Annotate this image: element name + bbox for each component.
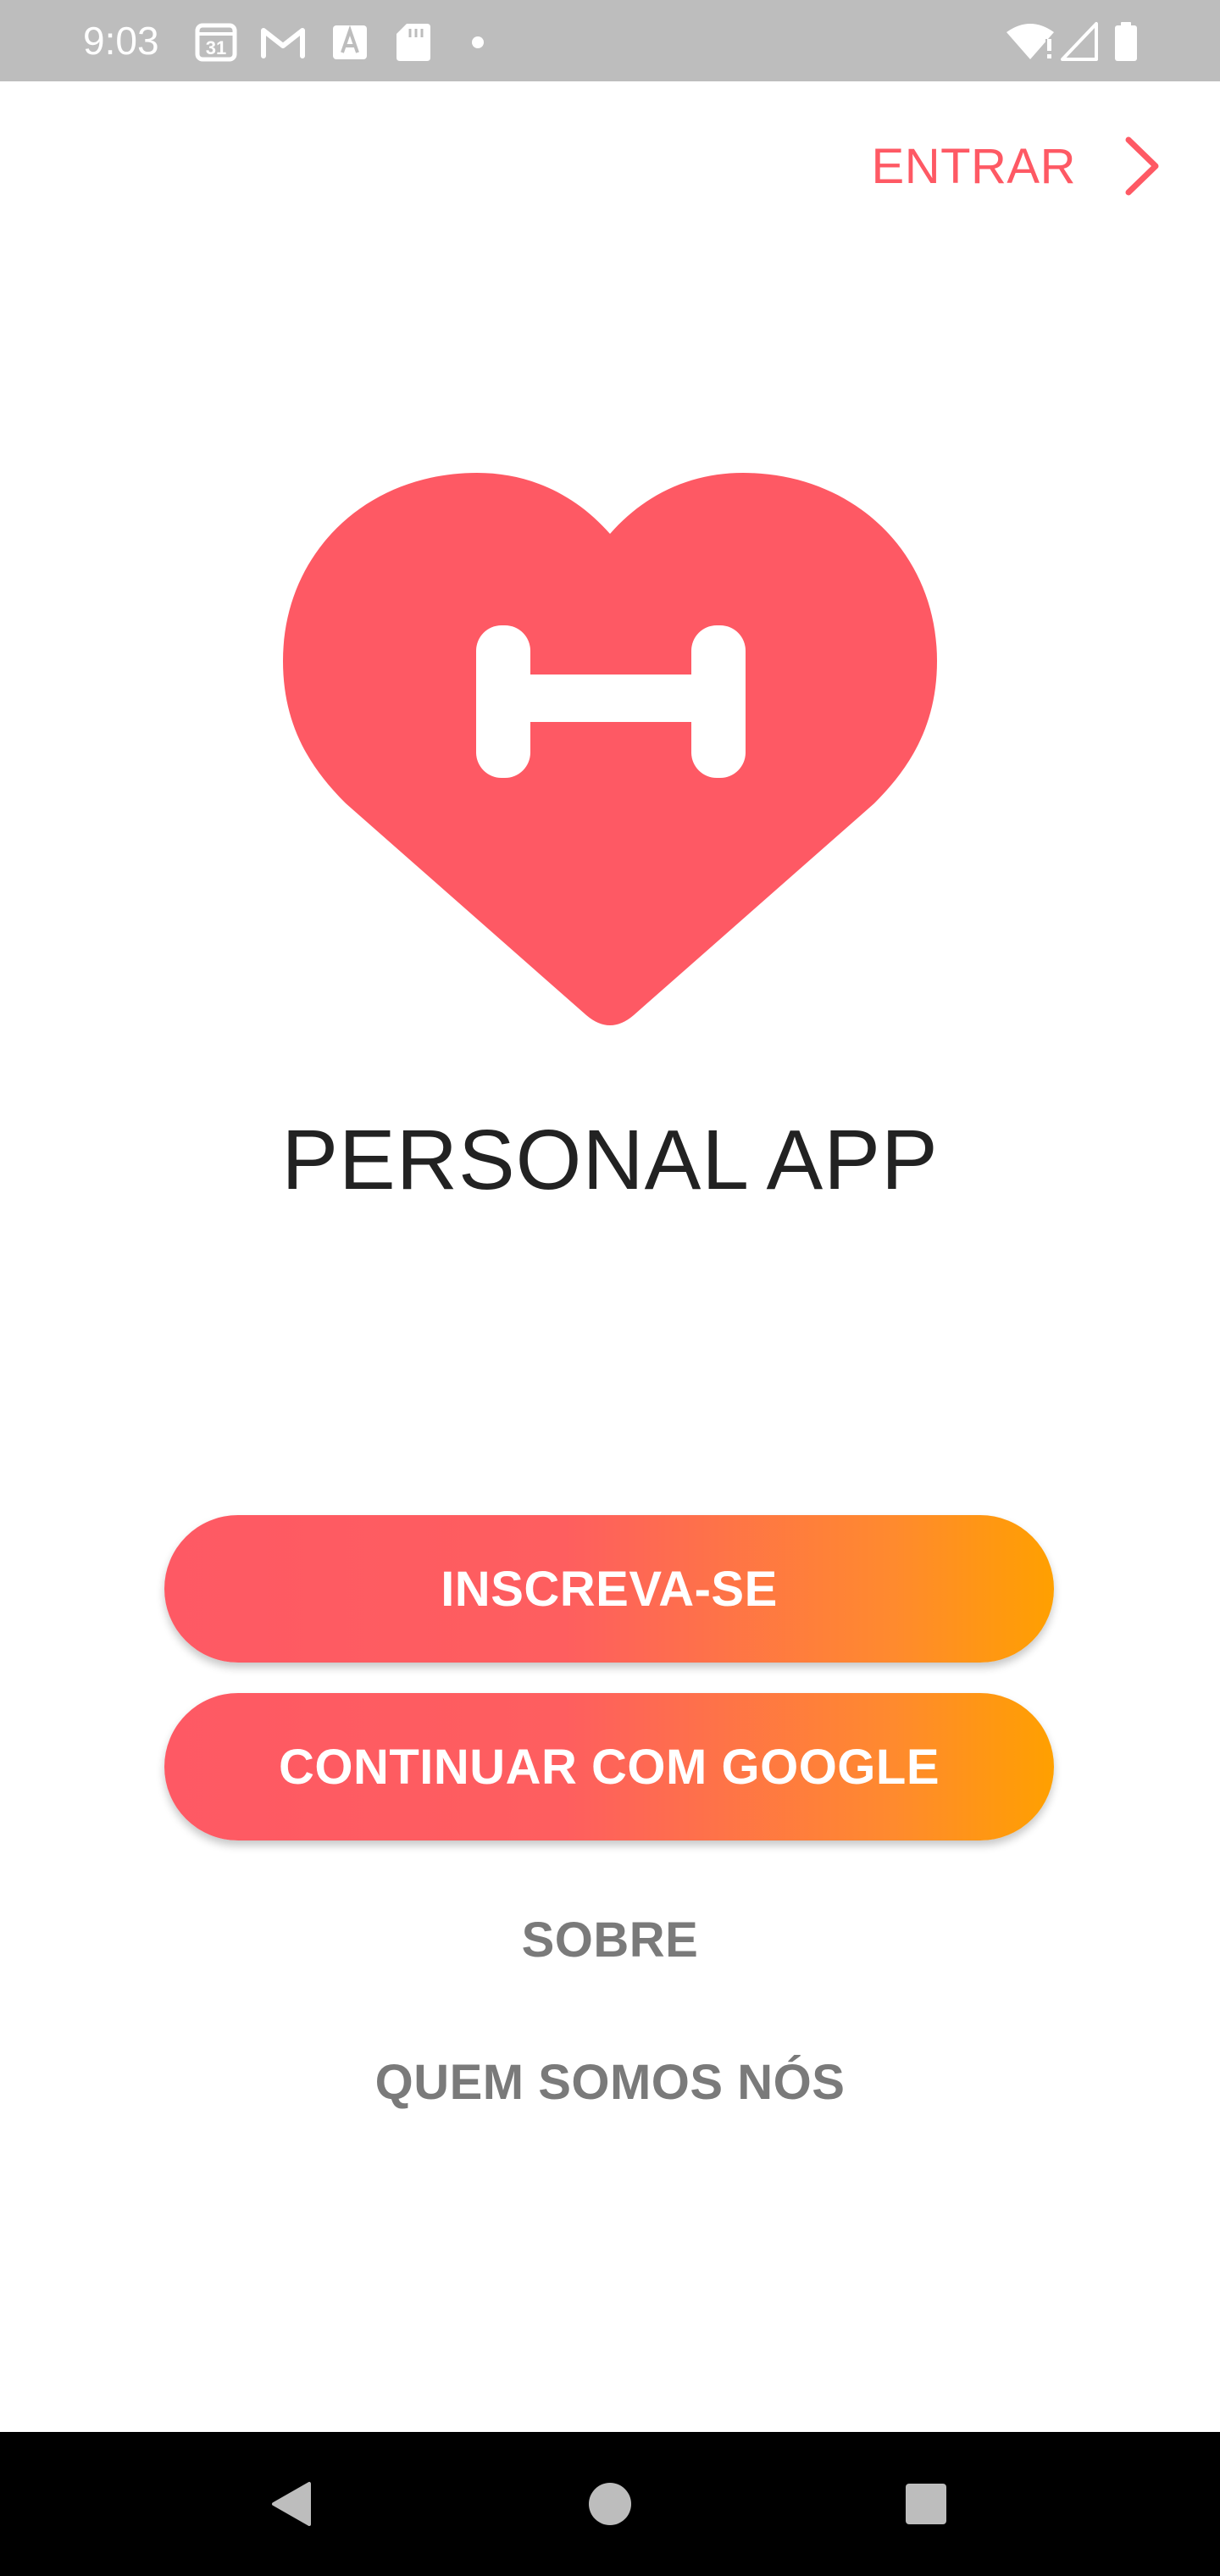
home-button[interactable]	[572, 2466, 648, 2542]
chevron-right-icon	[1125, 136, 1159, 196]
calendar-day: 31	[206, 37, 226, 58]
status-time: 9:03	[83, 19, 159, 63]
home-icon	[589, 2483, 631, 2525]
font-a-icon	[333, 25, 367, 59]
battery-icon	[1115, 22, 1137, 61]
sd-card-icon	[396, 24, 430, 61]
about-link[interactable]: SOBRE	[0, 1912, 1220, 1968]
gmail-icon	[261, 28, 305, 58]
back-icon	[272, 2482, 311, 2526]
continue-with-google-button[interactable]: CONTINUAR COM GOOGLE	[164, 1693, 1054, 1840]
enter-link[interactable]: ENTRAR	[872, 132, 1161, 200]
heart-dumbbell-icon	[283, 473, 937, 1025]
who-we-are-link[interactable]: QUEM SOMOS NÓS	[0, 2054, 1220, 2111]
status-bar: 9:03 31	[0, 0, 1220, 81]
enter-label: ENTRAR	[871, 138, 1076, 194]
wifi-alert-icon	[1006, 24, 1054, 59]
calendar-icon: 31	[195, 23, 237, 62]
recents-icon	[906, 2484, 946, 2524]
notification-dot-icon	[472, 36, 484, 48]
cell-signal-icon	[1061, 22, 1098, 61]
navigation-bar	[0, 2432, 1220, 2576]
back-button[interactable]	[254, 2466, 330, 2542]
signup-button[interactable]: INSCREVA-SE	[164, 1515, 1054, 1663]
app-screen: 9:03 31 ENTRAR PERSONAL APP INSCREVA-SE …	[0, 0, 1220, 2576]
recents-button[interactable]	[888, 2466, 964, 2542]
app-title: PERSONAL APP	[281, 1113, 939, 1208]
